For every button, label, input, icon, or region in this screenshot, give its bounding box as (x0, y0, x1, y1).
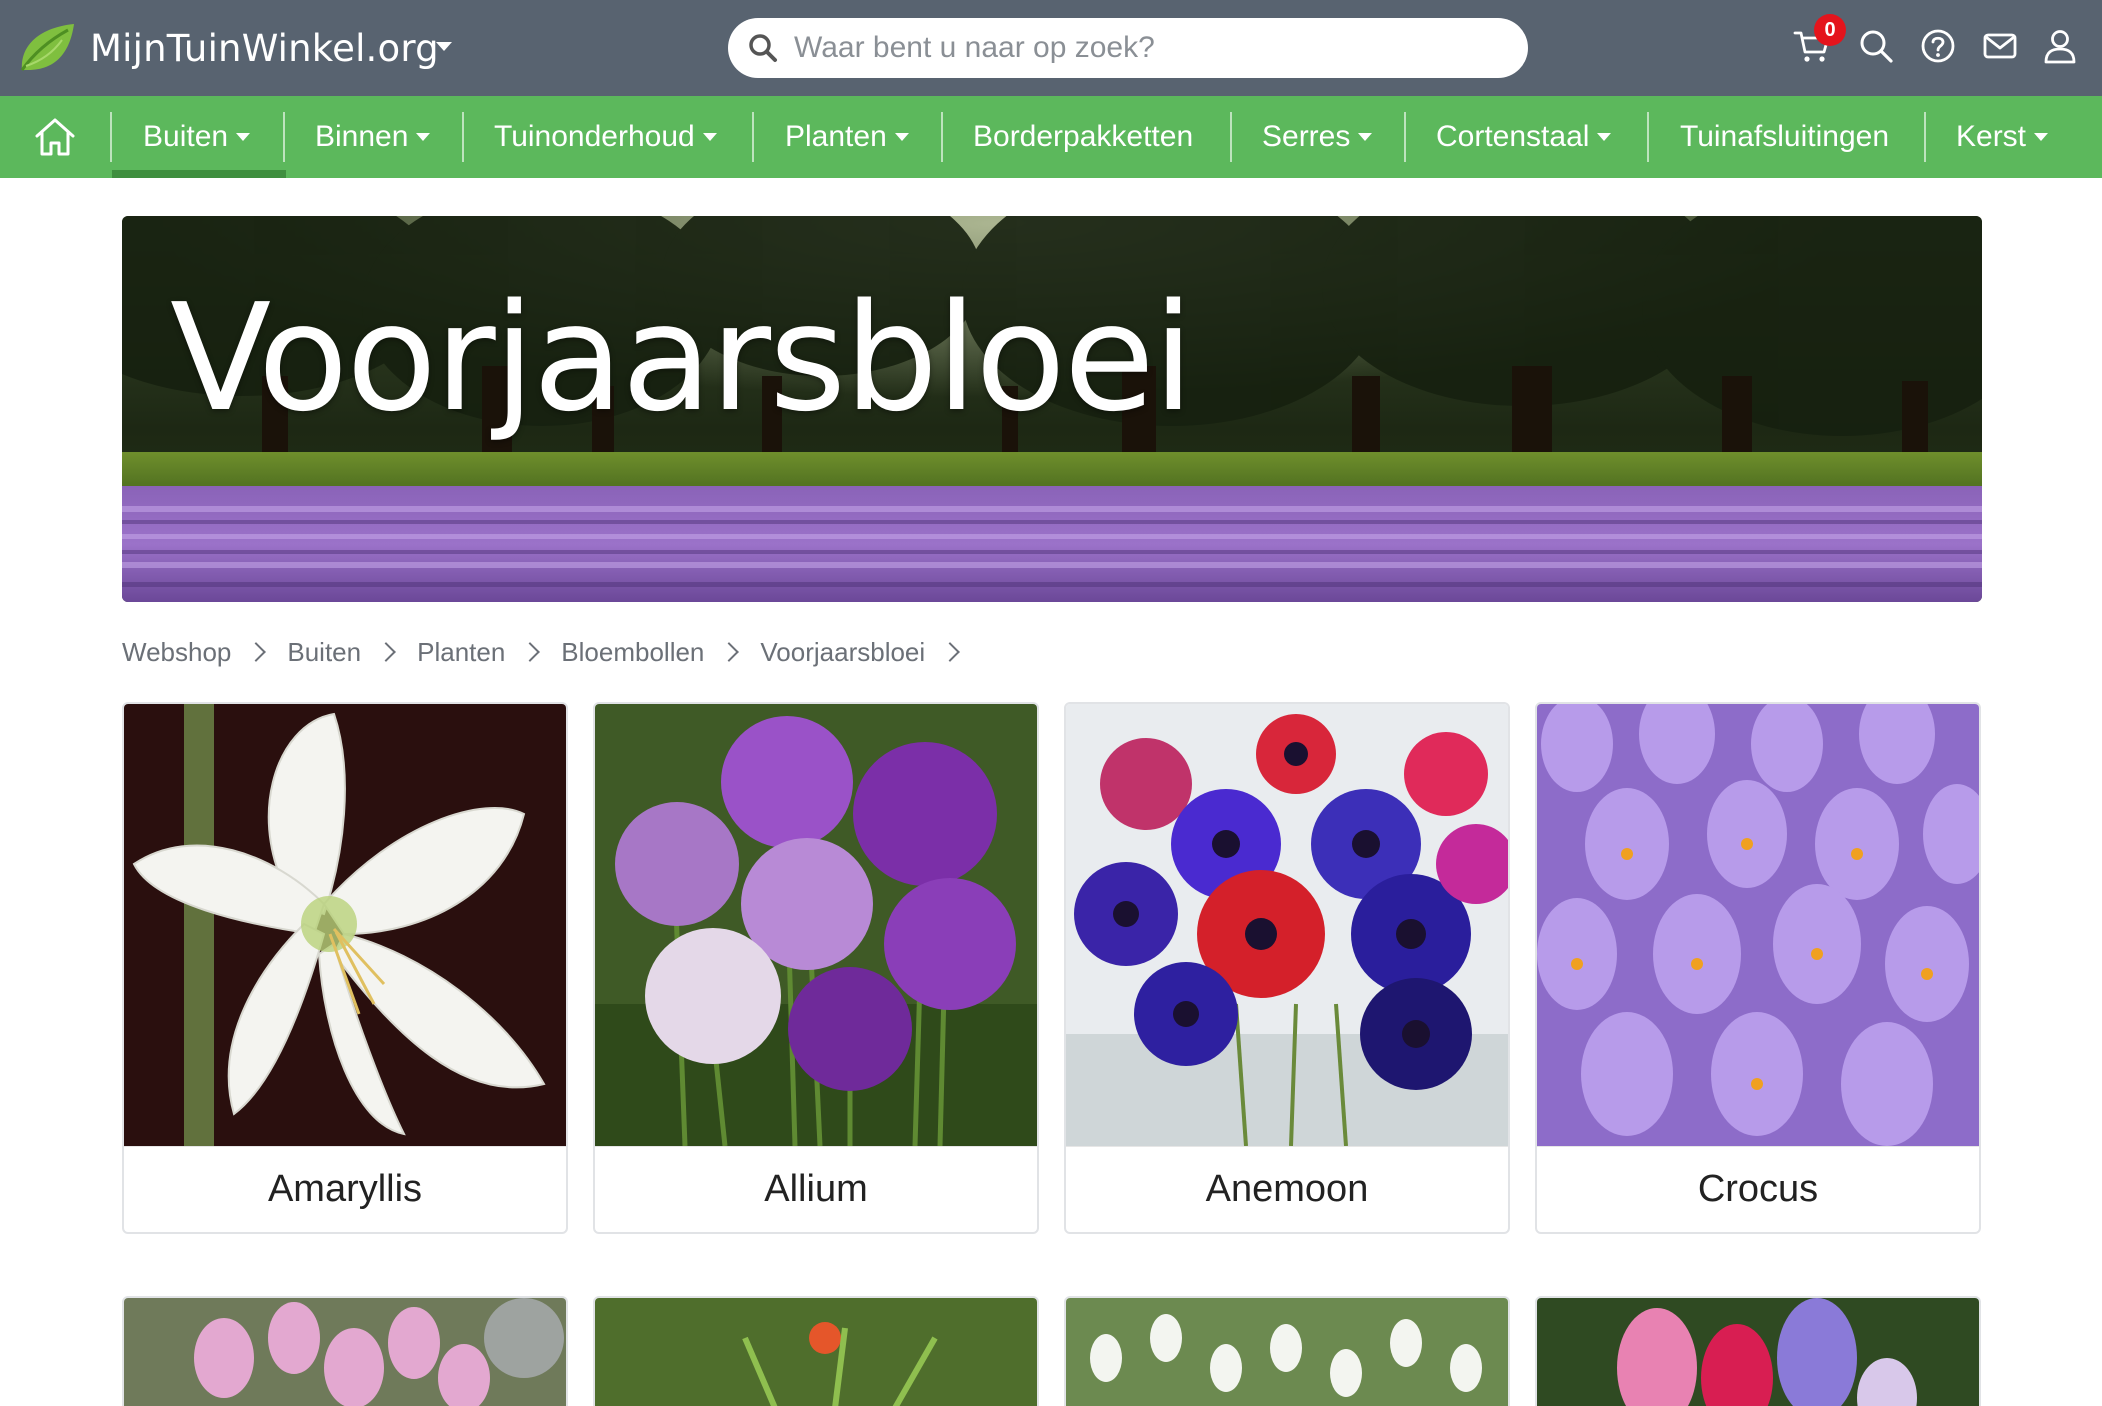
nav-item-tuinonderhoud[interactable]: Tuinonderhoud (494, 96, 717, 178)
fritillaria-image (595, 1298, 1037, 1406)
search-button[interactable] (1856, 26, 1896, 66)
search-input[interactable] (794, 31, 1494, 65)
chevron-right-icon (520, 642, 541, 662)
chevron-down-icon (894, 133, 909, 141)
cart-count-badge: 0 (1814, 14, 1846, 46)
site-logo[interactable]: MijnTuinWinkel.org (18, 22, 439, 74)
search-bar (728, 18, 1528, 78)
category-card-crocus[interactable]: Crocus (1535, 702, 1981, 1234)
leaf-logo-icon (20, 24, 74, 71)
nav-item-serres[interactable]: Serres (1262, 96, 1373, 178)
help-button[interactable] (1918, 26, 1958, 66)
user-icon (2044, 30, 2076, 64)
chevron-down-icon (236, 133, 251, 141)
snowdrop-image (1066, 1298, 1508, 1406)
category-label: Crocus (1537, 1146, 1979, 1232)
category-card-partial[interactable] (1064, 1296, 1510, 1406)
chevron-right-icon (246, 642, 267, 662)
category-label: Allium (595, 1146, 1037, 1232)
nav-item-planten[interactable]: Planten (785, 96, 909, 178)
top-bar: MijnTuinWinkel.org 0 (0, 0, 2102, 96)
nav-item-borderpakketten[interactable]: Borderpakketten (973, 96, 1193, 178)
breadcrumb-item-webshop[interactable]: Webshop (122, 637, 231, 668)
nav-item-cortenstaal[interactable]: Cortenstaal (1436, 96, 1612, 178)
nav-item-buiten[interactable]: Buiten (143, 96, 251, 178)
category-banner: Voorjaarsbloei (122, 216, 1982, 602)
nav-item-kerst[interactable]: Kerst (1956, 96, 2049, 178)
category-card-partial[interactable] (1535, 1296, 1981, 1406)
nav-separator (752, 112, 754, 162)
allium-image (595, 704, 1037, 1146)
nav-item-binnen[interactable]: Binnen (315, 96, 431, 178)
breadcrumb-item-buiten[interactable]: Buiten (287, 637, 361, 668)
chevron-down-icon (1358, 133, 1373, 141)
help-icon (1921, 29, 1955, 63)
nav-separator (110, 112, 112, 162)
nav-separator (1404, 112, 1406, 162)
mail-button[interactable] (1980, 26, 2020, 66)
category-card-partial[interactable] (122, 1296, 568, 1406)
anemone-image (1066, 704, 1508, 1146)
chevron-right-icon (940, 642, 961, 662)
breadcrumb-item-planten[interactable]: Planten (417, 637, 505, 668)
nav-separator (462, 112, 464, 162)
nav-separator (1230, 112, 1232, 162)
category-card-anemoon[interactable]: Anemoon (1064, 702, 1510, 1234)
chevron-right-icon (376, 642, 397, 662)
chevron-down-icon (416, 133, 431, 141)
amaryllis-image (124, 704, 566, 1146)
main-navigation: Buiten Binnen Tuinonderhoud Planten Bord… (0, 96, 2102, 178)
logo-text: MijnTuinWinkel.org (90, 26, 439, 70)
account-button[interactable] (2040, 26, 2080, 66)
chevron-down-icon (2034, 133, 2049, 141)
breadcrumb-item-bloembollen[interactable]: Bloembollen (561, 637, 704, 668)
category-card-allium[interactable]: Allium (593, 702, 1039, 1234)
crocus-image (1537, 704, 1979, 1146)
nav-separator (1924, 112, 1926, 162)
chevron-right-icon (719, 642, 740, 662)
banner-title: Voorjaarsbloei (170, 272, 1194, 444)
nav-separator (283, 112, 285, 162)
category-label: Amaryllis (124, 1146, 566, 1232)
category-card-partial[interactable] (593, 1296, 1039, 1406)
hyacinth-image (1537, 1298, 1979, 1406)
category-card-amaryllis[interactable]: Amaryllis (122, 702, 568, 1234)
mail-icon (1983, 33, 2017, 59)
cyclamen-image (124, 1298, 566, 1406)
home-button[interactable] (32, 114, 78, 160)
category-label: Anemoon (1066, 1146, 1508, 1232)
breadcrumb-item-voorjaarsbloei[interactable]: Voorjaarsbloei (760, 637, 925, 668)
nav-item-tuinafsluitingen[interactable]: Tuinafsluitingen (1680, 96, 1889, 178)
search-icon (749, 34, 777, 62)
chevron-down-icon (702, 133, 717, 141)
chevron-down-icon (1597, 133, 1612, 141)
home-icon (35, 118, 75, 156)
nav-active-indicator (112, 170, 286, 178)
search-icon (1860, 30, 1893, 63)
nav-separator (941, 112, 943, 162)
nav-separator (1647, 112, 1649, 162)
breadcrumb: Webshop Buiten Planten Bloembollen Voorj… (122, 634, 981, 670)
site-switcher-caret-icon[interactable] (436, 42, 452, 51)
